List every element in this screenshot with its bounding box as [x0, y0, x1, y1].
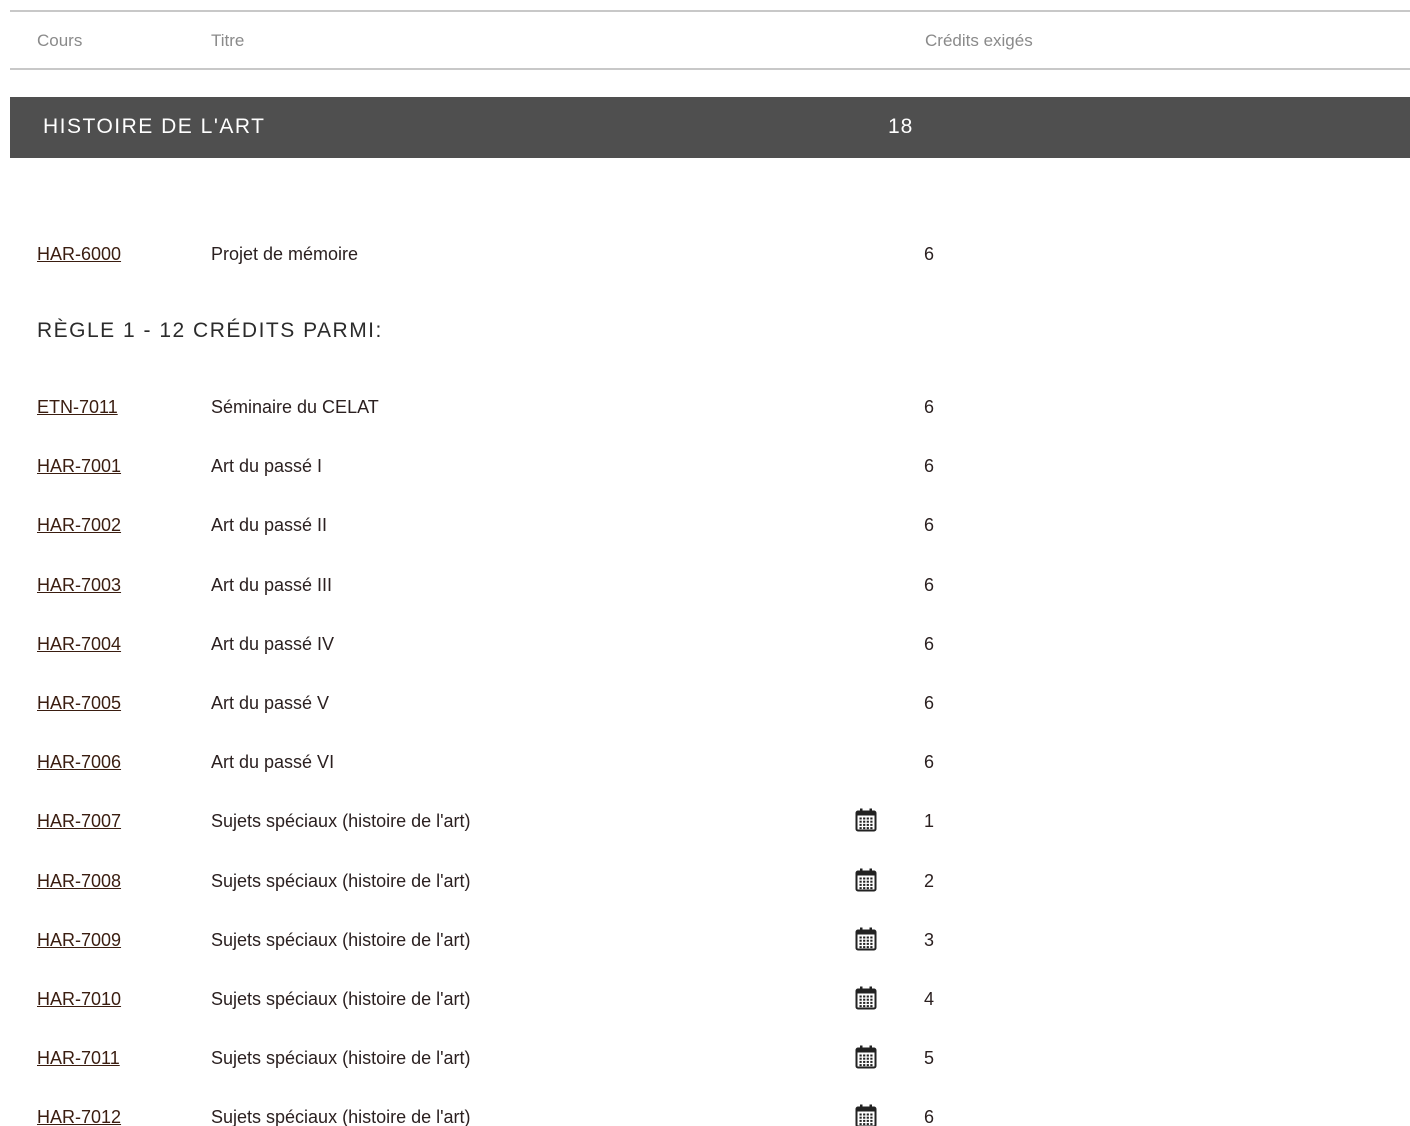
header-credits: Crédits exigés — [925, 31, 1033, 50]
table-row: HAR-7008 Sujets spéciaux (histoire de l'a… — [0, 868, 1410, 895]
table-row: HAR-7007 Sujets spéciaux (histoire de l'a… — [0, 808, 1410, 835]
table-row: HAR-7012 Sujets spéciaux (histoire de l'a… — [0, 1104, 1410, 1126]
course-code-link[interactable]: HAR-7012 — [37, 1107, 121, 1126]
table-row: HAR-7001 Art du passé I 6 — [0, 456, 1410, 480]
course-credits: 6 — [924, 634, 935, 654]
course-title: Art du passé VI — [211, 752, 335, 772]
course-code-link[interactable]: HAR-7004 — [37, 634, 121, 655]
section-title: HISTOIRE DE L'ART — [43, 115, 266, 138]
course-title: Art du passé V — [211, 693, 330, 713]
table-row: HAR-6000 Projet de mémoire 6 — [0, 244, 1410, 268]
course-code-link[interactable]: HAR-7009 — [37, 930, 121, 951]
course-title: Art du passé II — [211, 515, 328, 535]
course-title: Art du passé IV — [211, 634, 335, 654]
course-code-link[interactable]: HAR-7005 — [37, 693, 121, 714]
course-credits: 6 — [924, 397, 935, 417]
table-row: HAR-7011 Sujets spéciaux (histoire de l'a… — [0, 1045, 1410, 1072]
table-row: HAR-7009 Sujets spéciaux (histoire de l'a… — [0, 927, 1410, 954]
section-header: HISTOIRE DE L'ART 18 — [10, 97, 1410, 158]
course-credits: 6 — [924, 244, 935, 264]
course-credits: 6 — [924, 456, 935, 476]
course-title: Projet de mémoire — [211, 244, 359, 264]
rule-title: RÈGLE 1 - 12 CRÉDITS PARMI: — [37, 319, 383, 342]
table-row: HAR-7004 Art du passé IV 6 — [0, 634, 1410, 658]
course-title: Sujets spéciaux (histoire de l'art) — [211, 811, 471, 831]
calendar-icon[interactable] — [855, 927, 877, 951]
course-code-link[interactable]: HAR-7001 — [37, 456, 121, 477]
course-credits: 6 — [924, 575, 935, 595]
course-credits: 2 — [924, 871, 935, 891]
course-code-link[interactable]: ETN-7011 — [37, 397, 118, 418]
course-credits: 5 — [924, 1048, 935, 1068]
course-code-link[interactable]: HAR-7003 — [37, 575, 121, 596]
course-code-link[interactable]: HAR-7011 — [37, 1048, 120, 1069]
calendar-icon[interactable] — [855, 808, 877, 832]
table-row: HAR-7006 Art du passé VI 6 — [0, 752, 1410, 776]
course-credits: 3 — [924, 930, 935, 950]
course-title: Séminaire du CELAT — [211, 397, 379, 417]
course-credits: 6 — [924, 1107, 935, 1126]
course-credits: 4 — [924, 989, 935, 1009]
calendar-icon[interactable] — [855, 986, 877, 1010]
course-title: Art du passé III — [211, 575, 333, 595]
calendar-icon[interactable] — [855, 1104, 877, 1126]
course-code-link[interactable]: HAR-6000 — [37, 244, 121, 265]
course-title: Sujets spéciaux (histoire de l'art) — [211, 871, 471, 891]
course-title: Sujets spéciaux (histoire de l'art) — [211, 1107, 471, 1126]
section-credits: 18 — [888, 115, 914, 138]
header-cours: Cours — [37, 31, 83, 50]
course-title: Sujets spéciaux (histoire de l'art) — [211, 930, 471, 950]
course-credits: 6 — [924, 752, 935, 772]
header-titre: Titre — [211, 31, 245, 50]
table-header: Cours Titre Crédits exigés — [10, 10, 1410, 70]
course-credits: 6 — [924, 693, 935, 713]
table-row: HAR-7002 Art du passé II 6 — [0, 515, 1410, 539]
course-title: Sujets spéciaux (histoire de l'art) — [211, 989, 471, 1009]
table-row: HAR-7005 Art du passé V 6 — [0, 693, 1410, 717]
table-row: ETN-7011 Séminaire du CELAT 6 — [0, 397, 1410, 421]
calendar-icon[interactable] — [855, 868, 877, 892]
course-title: Sujets spéciaux (histoire de l'art) — [211, 1048, 471, 1068]
course-credits: 1 — [924, 811, 935, 831]
calendar-icon[interactable] — [855, 1045, 877, 1069]
course-code-link[interactable]: HAR-7006 — [37, 752, 121, 773]
course-code-link[interactable]: HAR-7002 — [37, 515, 121, 536]
course-title: Art du passé I — [211, 456, 323, 476]
course-credits: 6 — [924, 515, 935, 535]
course-code-link[interactable]: HAR-7010 — [37, 989, 121, 1010]
course-code-link[interactable]: HAR-7008 — [37, 871, 121, 892]
table-row: HAR-7010 Sujets spéciaux (histoire de l'a… — [0, 986, 1410, 1013]
table-row: HAR-7003 Art du passé III 6 — [0, 575, 1410, 599]
program-course-table: Cours Titre Crédits exigés HISTOIRE DE L… — [0, 0, 1410, 1126]
course-code-link[interactable]: HAR-7007 — [37, 811, 121, 832]
